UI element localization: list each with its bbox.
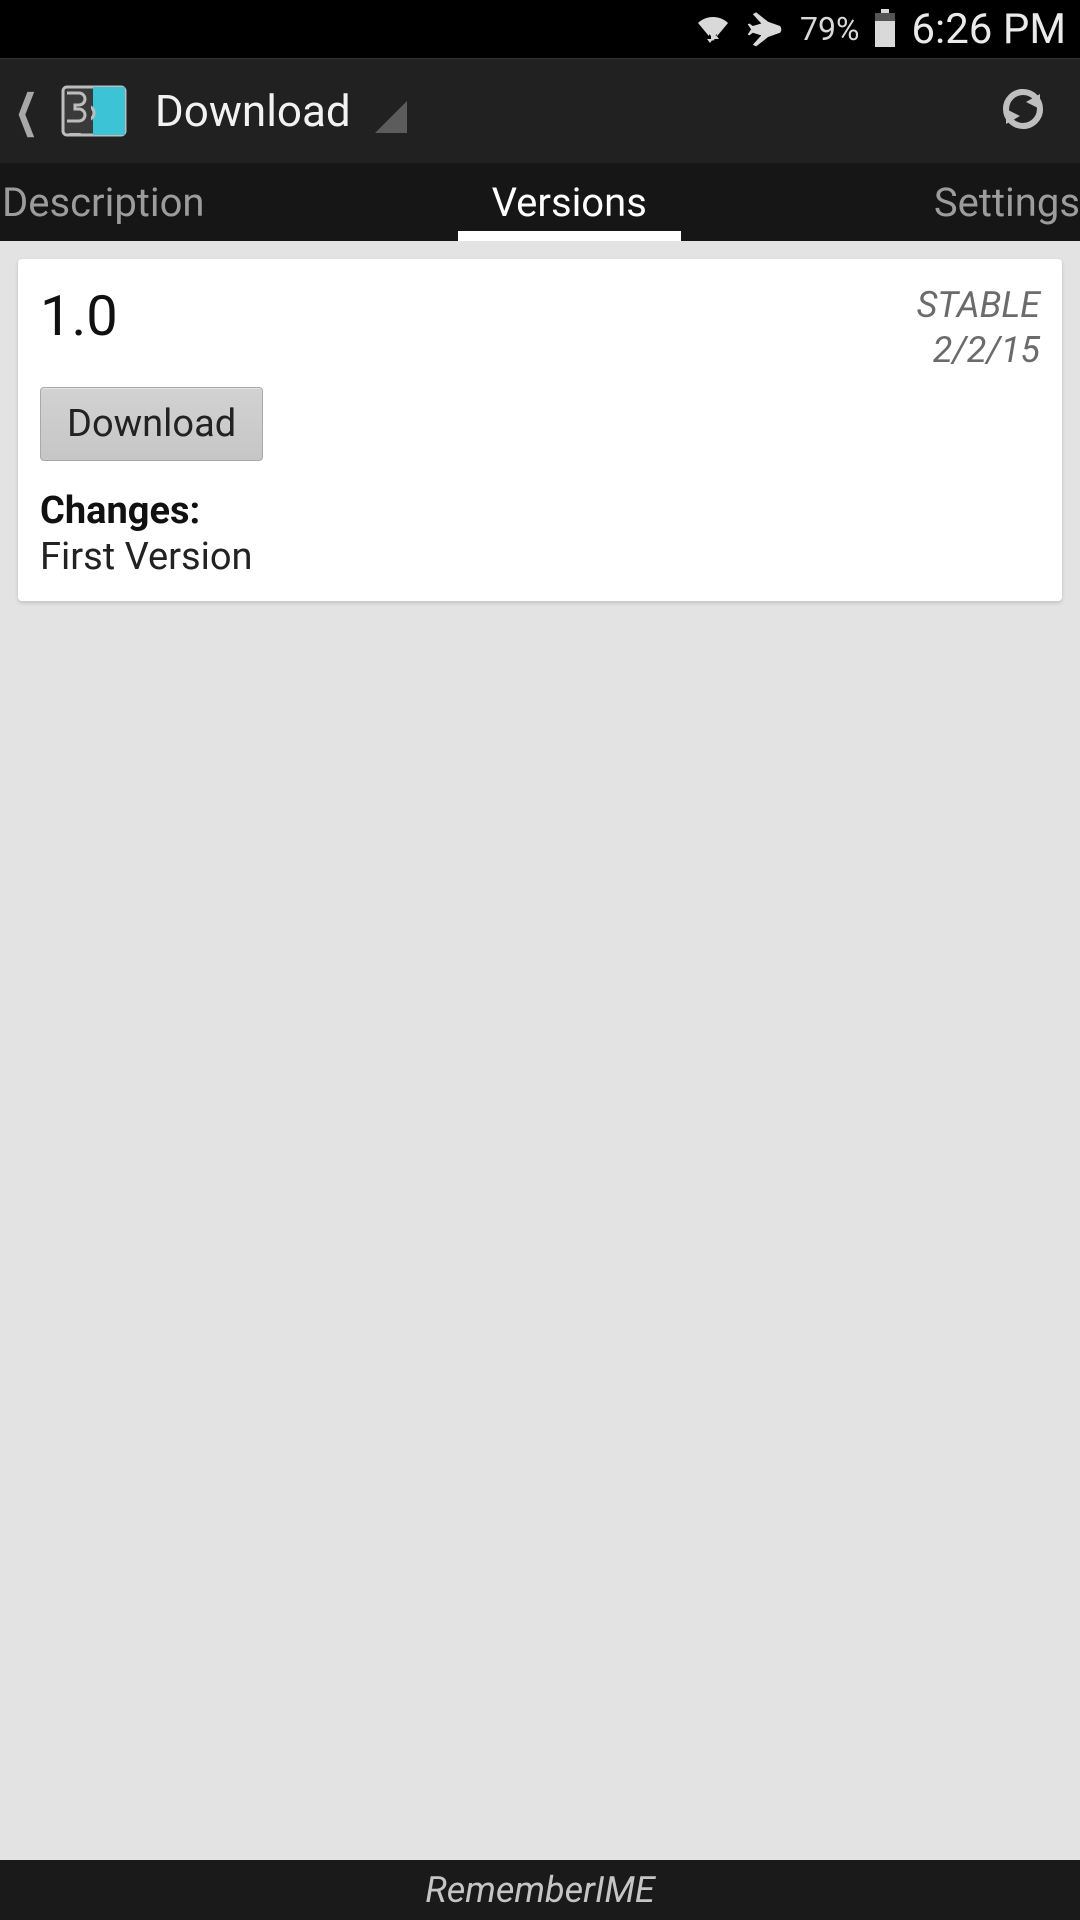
xposed-icon (57, 83, 131, 139)
tab-versions[interactable]: Versions (488, 163, 651, 241)
wifi-icon (694, 13, 732, 45)
refresh-icon (996, 82, 1050, 136)
tab-label: Description (2, 179, 205, 226)
download-button[interactable]: Download (40, 387, 263, 461)
module-name: RememberIME (425, 1869, 655, 1911)
version-card: 1.0 STABLE 2/2/15 Download Changes: Firs… (18, 259, 1062, 601)
version-number: 1.0 (40, 283, 118, 349)
card-header: 1.0 STABLE 2/2/15 (40, 283, 1040, 373)
battery-icon (873, 9, 897, 49)
battery-percent: 79% (800, 10, 859, 48)
download-button-label: Download (67, 402, 236, 446)
back-button[interactable]: ❮ (0, 59, 131, 163)
refresh-button[interactable] (996, 82, 1050, 140)
tab-label: Settings (934, 179, 1080, 226)
tab-label: Versions (492, 179, 647, 226)
changes-heading: Changes: (40, 489, 1040, 533)
clock: 6:26 PM (911, 5, 1066, 54)
title-spinner[interactable]: Download (155, 85, 996, 137)
airplane-icon (746, 9, 786, 49)
footer-bar: RememberIME (0, 1860, 1080, 1920)
stability-label: STABLE (917, 283, 1040, 328)
changes-text: First Version (40, 535, 1040, 579)
tab-settings[interactable]: Settings (930, 163, 1080, 241)
release-date: 2/2/15 (917, 328, 1040, 373)
tab-bar: Description Versions Settings (0, 163, 1080, 241)
content-area: 1.0 STABLE 2/2/15 Download Changes: Firs… (0, 241, 1080, 619)
stability-info: STABLE 2/2/15 (917, 283, 1040, 373)
spinner-triangle-icon (375, 101, 407, 133)
back-chevron-icon: ❮ (15, 85, 37, 137)
tab-description[interactable]: Description (0, 163, 209, 241)
status-bar: 79% 6:26 PM (0, 0, 1080, 58)
action-bar: ❮ Download (0, 58, 1080, 163)
page-title: Download (155, 85, 351, 137)
